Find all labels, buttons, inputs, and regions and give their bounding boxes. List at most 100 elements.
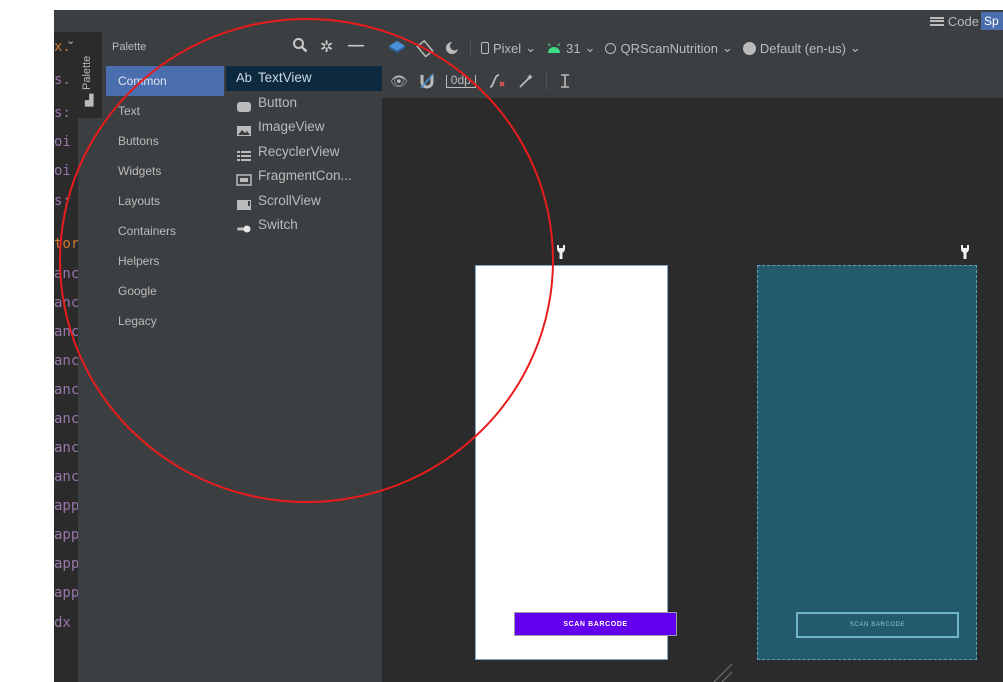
palette-item-textview[interactable]: Ab TextView xyxy=(226,66,382,91)
palette-item-fragment-container[interactable]: FragmentCon... xyxy=(226,164,382,189)
code-gutter-line: s. xyxy=(54,72,71,88)
code-view-button[interactable]: Code xyxy=(929,10,979,32)
palette-categories: Common Text Buttons Widgets Layouts Container… xyxy=(106,66,224,336)
palette-category-containers[interactable]: Containers xyxy=(106,216,224,246)
code-gutter-line: anc xyxy=(54,353,80,369)
android-icon xyxy=(548,43,561,53)
clear-constraints-button[interactable] xyxy=(488,73,506,89)
code-gutter-line: tor xyxy=(54,236,80,252)
palette-item-label: ScrollView xyxy=(258,192,321,208)
layers-icon xyxy=(389,41,405,53)
orientation-toggle[interactable] xyxy=(416,39,434,57)
eye-icon: 👁 xyxy=(390,72,408,89)
night-mode-icon xyxy=(446,41,459,54)
code-gutter-line: oi xyxy=(54,163,71,179)
magnet-off-icon xyxy=(420,73,434,89)
palette-category-buttons[interactable]: Buttons xyxy=(106,126,224,156)
scan-barcode-button[interactable]: SCAN BARCODE xyxy=(514,612,677,636)
chevron-down-icon: ⌄ xyxy=(849,40,861,55)
palette-category-text[interactable]: Text xyxy=(106,96,224,126)
split-view-label: Sp xyxy=(984,14,999,28)
palette-panel: Palette ✲ — Common Text Buttons Widgets Layo… xyxy=(102,32,382,682)
palette-category-google[interactable]: Google xyxy=(106,276,224,306)
palette-side-tab-label: Palette xyxy=(81,55,93,90)
default-margin-select[interactable]: 0dp xyxy=(445,73,476,88)
night-mode-toggle[interactable] xyxy=(444,40,460,56)
wrench-icon[interactable] xyxy=(556,244,566,263)
locale-label: Default (en-us) xyxy=(759,40,846,56)
design-preview[interactable]: SCAN BARCODE xyxy=(475,265,677,660)
blueprint-preview[interactable]: SCAN BARCODE xyxy=(757,265,977,660)
view-options-button[interactable]: 👁 xyxy=(390,73,408,90)
gear-icon[interactable]: ✲ xyxy=(320,37,333,57)
palette-item-label: Switch xyxy=(258,217,298,233)
code-gutter-line: app xyxy=(54,498,80,514)
design-toolbar: Pixel ⌄ 31 ⌄ QRScanNutrition ⌄ Default (… xyxy=(382,32,1003,64)
blueprint-scan-barcode-button[interactable]: SCAN BARCODE xyxy=(796,612,959,638)
code-gutter-line: app xyxy=(54,585,80,601)
palette-item-button[interactable]: Button xyxy=(226,91,382,116)
wrench-icon[interactable] xyxy=(960,244,970,263)
chevron-down-icon: ⌄ xyxy=(722,40,733,55)
minimize-icon[interactable]: — xyxy=(348,37,364,55)
textview-icon: Ab xyxy=(236,70,252,86)
fragment-container-icon xyxy=(236,170,252,186)
split-view-button[interactable]: Sp xyxy=(981,12,1003,30)
palette-item-imageview[interactable]: ImageView xyxy=(226,115,382,140)
code-gutter-line: anc xyxy=(54,324,80,340)
text-cursor-icon xyxy=(560,74,569,88)
api-level-label: 31 xyxy=(566,40,581,56)
palette-item-label: RecyclerView xyxy=(258,143,340,159)
scan-barcode-label: SCAN BARCODE xyxy=(563,620,628,628)
default-margin-value: 0dp xyxy=(450,73,471,87)
api-level-select[interactable]: 31 ⌄ xyxy=(546,40,595,56)
palette-category-common[interactable]: Common xyxy=(106,66,224,96)
device-select-label: Pixel xyxy=(493,40,522,56)
scrollview-icon xyxy=(236,195,252,210)
guidelines-button[interactable] xyxy=(559,73,571,89)
code-gutter-line: anc xyxy=(54,440,80,456)
design-blueprint-toggle[interactable] xyxy=(388,40,406,56)
infer-constraints-button[interactable] xyxy=(518,73,534,89)
code-gutter-line: anc xyxy=(54,469,80,485)
palette-title: Palette xyxy=(112,41,147,53)
palette-icon: ▟ xyxy=(85,95,94,107)
palette-category-widgets[interactable]: Widgets xyxy=(106,156,224,186)
code-gutter-line: app xyxy=(54,527,80,543)
autoconnect-toggle[interactable] xyxy=(420,73,434,89)
device-select[interactable]: Pixel ⌄ xyxy=(481,40,536,56)
code-gutter-line: anc xyxy=(54,266,80,282)
theme-label: QRScanNutrition xyxy=(620,40,719,56)
imageview-icon xyxy=(236,121,252,137)
palette-item-label: ImageView xyxy=(258,119,325,135)
palette-item-label: FragmentCon... xyxy=(258,168,352,184)
code-gutter-line: anc xyxy=(54,411,80,427)
palette-category-helpers[interactable]: Helpers xyxy=(106,246,224,276)
palette-item-switch[interactable]: Switch xyxy=(226,213,382,238)
code-editor-edge: x. s. s: oi oi s: tor anc anc anc anc anc anc anc anc a… xyxy=(54,32,79,682)
phone-icon xyxy=(481,42,489,54)
palette-category-layouts[interactable]: Layouts xyxy=(106,186,224,216)
magic-wand-icon xyxy=(519,74,533,88)
resize-handle-icon[interactable] xyxy=(704,660,734,682)
code-gutter-line: s: xyxy=(54,193,71,209)
chevron-down-icon: ⌄ xyxy=(584,40,596,55)
palette-header: Palette ✲ — xyxy=(102,32,382,64)
code-icon xyxy=(929,16,944,26)
theme-icon xyxy=(605,42,617,54)
chevron-down-icon[interactable]: ⌄ xyxy=(66,34,75,47)
palette-category-legacy[interactable]: Legacy xyxy=(106,306,224,336)
search-icon[interactable] xyxy=(292,37,308,58)
theme-select[interactable]: QRScanNutrition ⌄ xyxy=(605,40,733,56)
android-studio-window: Code Sp x. s. s: oi oi s: tor anc anc anc anc anc an… xyxy=(54,10,1003,682)
palette-side-tab[interactable]: Palette ▟ xyxy=(78,32,102,118)
palette-item-recyclerview[interactable]: RecyclerView xyxy=(226,140,382,165)
palette-item-scrollview[interactable]: ScrollView xyxy=(226,189,382,214)
locale-select[interactable]: Default (en-us) ⌄ xyxy=(742,40,861,56)
code-gutter-line: dx xyxy=(54,615,71,631)
design-surface: Pixel ⌄ 31 ⌄ QRScanNutrition ⌄ Default (… xyxy=(382,32,1003,682)
code-gutter-line: anc xyxy=(54,295,80,311)
tool-window-strip: Palette ▟ xyxy=(78,32,102,682)
palette-components: Ab TextView Button ImageView RecyclerView Fra… xyxy=(226,66,382,238)
clear-constraints-icon xyxy=(489,74,505,88)
